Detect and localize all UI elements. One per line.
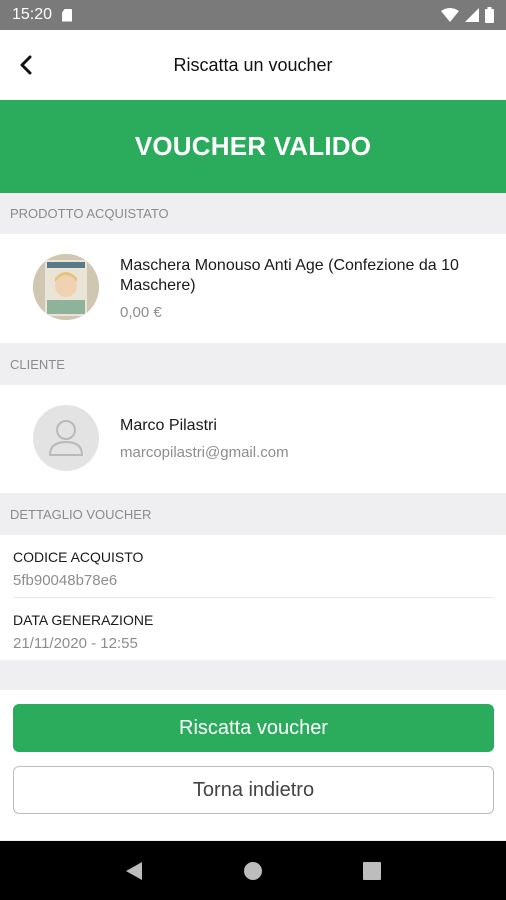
chevron-left-icon	[20, 55, 32, 75]
app-bar: Riscatta un voucher	[0, 30, 506, 100]
status-time: 15:20	[12, 6, 53, 23]
status-bar: 15:20	[0, 0, 506, 30]
product-name: Maschera Monouso Anti Age (Confezione da…	[120, 257, 459, 294]
voucher-status-banner: VOUCHER VALIDO	[0, 100, 506, 193]
triangle-back-icon	[126, 861, 143, 880]
square-recents-icon	[362, 861, 381, 880]
customer-email: marcopilastri@gmail.com	[120, 444, 289, 461]
product-price: 0,00 €	[120, 304, 162, 321]
action-footer: Riscatta voucher Torna indietro	[0, 690, 506, 840]
product-thumbnail-icon	[33, 254, 99, 320]
purchase-code-label: CODICE ACQUISTO	[13, 549, 144, 565]
voucher-status-text: VOUCHER VALIDO	[134, 131, 372, 161]
circle-home-icon	[243, 861, 262, 880]
nav-home-button[interactable]	[233, 851, 273, 891]
battery-icon	[485, 7, 494, 23]
avatar	[33, 405, 99, 471]
voucher-detail-card: CODICE ACQUISTO 5fb90048b78e6 DATA GENER…	[0, 535, 506, 660]
nav-recents-button[interactable]	[352, 851, 392, 891]
divider	[13, 597, 494, 598]
system-nav-bar	[0, 841, 506, 900]
status-icons	[441, 7, 494, 23]
nav-back-button[interactable]	[114, 851, 154, 891]
customer-name: Marco Pilastri	[120, 417, 217, 434]
product-image	[33, 254, 99, 320]
go-back-button[interactable]: Torna indietro	[13, 766, 494, 814]
redeem-voucher-button[interactable]: Riscatta voucher	[13, 704, 494, 752]
product-card: Maschera Monouso Anti Age (Confezione da…	[0, 234, 506, 343]
purchase-code-value: 5fb90048b78e6	[13, 572, 118, 589]
wifi-icon	[441, 8, 459, 22]
voucher-section-header: DETTAGLIO VOUCHER	[0, 493, 506, 535]
back-button[interactable]	[6, 45, 46, 85]
customer-section-header: CLIENTE	[0, 343, 506, 385]
page-title: Riscatta un voucher	[173, 54, 333, 75]
generation-date-value: 21/11/2020 - 12:55	[13, 635, 138, 652]
product-section-header: PRODOTTO ACQUISTATO	[0, 193, 506, 234]
generation-date-label: DATA GENERAZIONE	[13, 612, 154, 628]
user-icon	[49, 420, 83, 456]
customer-card: Marco Pilastri marcopilastri@gmail.com	[0, 385, 506, 493]
signal-icon	[465, 8, 479, 22]
sd-card-icon	[62, 8, 73, 22]
